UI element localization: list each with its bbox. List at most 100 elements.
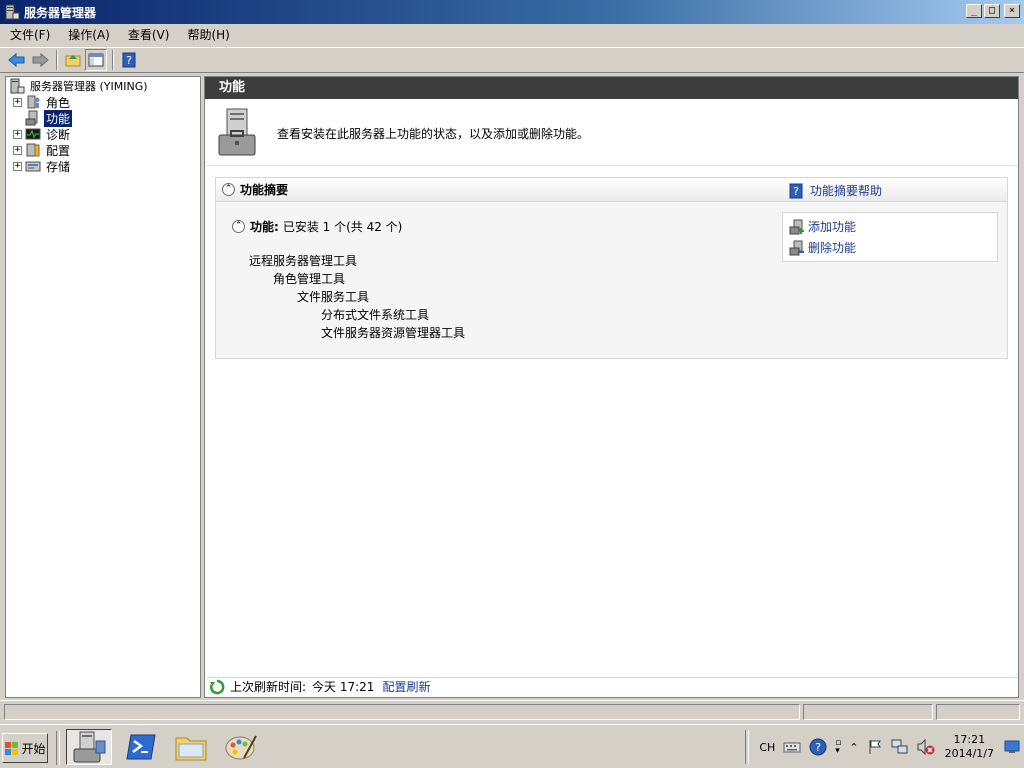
refresh-icon bbox=[209, 679, 225, 695]
collapse-features-icon[interactable]: ⌃ bbox=[232, 220, 245, 233]
network-icon[interactable] bbox=[891, 739, 909, 755]
summary-header: ⌃ 功能摘要 ? 功能摘要帮助 bbox=[216, 178, 1007, 202]
menu-view[interactable]: 查看(V) bbox=[120, 25, 178, 45]
features-label: 功能: bbox=[250, 220, 279, 234]
refresh-bar: 上次刷新时间: 今天 17:21 配置刷新 bbox=[207, 677, 1018, 695]
tree-item-features[interactable]: 功能 bbox=[25, 109, 73, 127]
installed-feature: 角色管理工具 bbox=[273, 272, 346, 286]
tree-item-label: 角色 bbox=[46, 95, 71, 110]
description-row: 查看安装在此服务器上功能的状态，以及添加或删除功能。 bbox=[217, 107, 589, 160]
content-pane: 功能 查看安装在此服务器上功能的状态，以及添加或删除功能。 ⌃ 功能摘要 ? 功… bbox=[204, 76, 1019, 698]
help-icon[interactable]: ? bbox=[809, 738, 827, 756]
window-title: 服务器管理器 bbox=[24, 5, 97, 20]
folder-up-icon bbox=[65, 55, 81, 67]
clock-date: 2014/1/7 bbox=[944, 747, 994, 760]
collapse-summary-icon[interactable]: ⌃ bbox=[222, 183, 235, 196]
up-level-button[interactable] bbox=[62, 49, 84, 71]
close-button[interactable]: × bbox=[1004, 4, 1020, 18]
tree-item-configuration[interactable]: + 配置 bbox=[13, 142, 72, 158]
menu-file[interactable]: 文件(F) bbox=[2, 25, 58, 45]
summary-help-link[interactable]: ? 功能摘要帮助 bbox=[789, 182, 882, 199]
help-icon: ? bbox=[122, 52, 136, 68]
back-arrow-icon bbox=[8, 52, 25, 68]
diagnostics-icon bbox=[25, 126, 41, 142]
add-features-icon bbox=[789, 219, 805, 235]
tree-root-label: 服务器管理器 (YIMING) bbox=[30, 80, 148, 93]
windows-logo-icon bbox=[4, 740, 20, 756]
features-status: 已安装 1 个(共 42 个) bbox=[282, 220, 403, 234]
toolbar-separator bbox=[56, 50, 58, 70]
keyboard-icon[interactable] bbox=[783, 740, 801, 754]
show-desktop-icon[interactable] bbox=[1004, 740, 1020, 754]
tree-item-label: 配置 bbox=[46, 143, 71, 158]
console-tree: 服务器管理器 (YIMING) + 角色 功能 + 诊断 + 配置 + 存储 bbox=[5, 76, 201, 698]
action-center-flag-icon[interactable] bbox=[867, 739, 883, 755]
remove-features-icon bbox=[789, 240, 805, 256]
remove-features-link[interactable]: 删除功能 bbox=[789, 239, 856, 256]
taskbar-server-manager[interactable] bbox=[66, 729, 112, 765]
toolbar: ? bbox=[0, 47, 1024, 73]
volume-muted-icon[interactable] bbox=[917, 739, 935, 755]
features-icon bbox=[25, 110, 41, 126]
maximize-button[interactable]: □ bbox=[984, 4, 1000, 18]
refresh-time: 今天 17:21 bbox=[312, 680, 375, 694]
folder-icon bbox=[175, 737, 207, 761]
server-manager-icon bbox=[9, 78, 25, 94]
tree-item-storage[interactable]: + 存储 bbox=[13, 158, 72, 174]
console-tree-icon bbox=[88, 53, 104, 67]
show-hide-tree-button[interactable] bbox=[85, 49, 107, 71]
language-indicator[interactable]: CH bbox=[759, 741, 775, 754]
installed-feature: 文件服务工具 bbox=[297, 290, 370, 304]
expand-icon[interactable]: + bbox=[13, 145, 22, 155]
toolbar-separator bbox=[112, 50, 114, 70]
svg-text:?: ? bbox=[126, 54, 132, 67]
input-options-icon[interactable]: ▫ ▾ bbox=[835, 739, 841, 756]
configure-refresh-link[interactable]: 配置刷新 bbox=[382, 678, 430, 695]
expand-icon[interactable]: + bbox=[13, 161, 22, 171]
status-cell bbox=[936, 704, 1020, 720]
menu-bar: 文件(F) 操作(A) 查看(V) 帮助(H) bbox=[0, 24, 1024, 46]
tree-root[interactable]: 服务器管理器 (YIMING) bbox=[9, 78, 150, 94]
minimize-button[interactable]: _ bbox=[966, 4, 982, 18]
taskbar: 开始 CH ? ▫ ▾ ⌃ 17:21 2014/1/7 bbox=[0, 724, 1024, 768]
expand-icon[interactable]: + bbox=[13, 129, 22, 139]
clock-time: 17:21 bbox=[953, 733, 986, 746]
taskbar-powershell[interactable] bbox=[118, 729, 164, 765]
expand-icon[interactable]: + bbox=[13, 97, 22, 107]
server-manager-icon bbox=[73, 731, 106, 763]
status-bar bbox=[0, 700, 1024, 722]
svg-text:?: ? bbox=[793, 185, 799, 198]
menu-action[interactable]: 操作(A) bbox=[60, 25, 118, 45]
tree-item-diagnostics[interactable]: + 诊断 bbox=[13, 126, 72, 142]
refresh-label: 上次刷新时间: bbox=[230, 680, 307, 694]
clock[interactable]: 17:21 2014/1/7 bbox=[945, 733, 994, 761]
description-text: 查看安装在此服务器上功能的状态，以及添加或删除功能。 bbox=[277, 127, 590, 141]
installed-feature: 远程服务器管理工具 bbox=[249, 254, 358, 268]
help-link-label: 功能摘要帮助 bbox=[810, 184, 883, 198]
installed-feature: 分布式文件系统工具 bbox=[321, 308, 430, 322]
forward-arrow-icon bbox=[32, 52, 49, 68]
divider bbox=[205, 165, 1018, 166]
status-cell bbox=[803, 704, 933, 720]
features-large-icon bbox=[217, 107, 265, 160]
back-button[interactable] bbox=[6, 49, 28, 71]
tree-item-roles[interactable]: + 角色 bbox=[13, 94, 72, 110]
paint-palette-icon bbox=[225, 735, 257, 760]
server-manager-icon bbox=[4, 4, 20, 20]
taskbar-separator bbox=[56, 731, 60, 765]
start-button[interactable]: 开始 bbox=[2, 733, 48, 763]
show-hidden-icons-icon[interactable]: ⌃ bbox=[849, 741, 858, 754]
add-features-label: 添加功能 bbox=[808, 220, 857, 234]
add-features-link[interactable]: 添加功能 bbox=[789, 218, 856, 235]
help-button[interactable]: ? bbox=[118, 49, 140, 71]
storage-icon bbox=[25, 158, 41, 174]
summary-title: 功能摘要 bbox=[240, 183, 289, 197]
remove-features-label: 删除功能 bbox=[808, 241, 857, 255]
tree-item-label: 功能 bbox=[44, 109, 73, 127]
taskbar-explorer[interactable] bbox=[168, 729, 214, 765]
features-summary-section: ⌃ 功能摘要 ? 功能摘要帮助 ⌃ 功能: 已安装 1 个(共 42 个) 远程… bbox=[215, 177, 1008, 359]
taskbar-paint[interactable] bbox=[218, 729, 264, 765]
menu-help[interactable]: 帮助(H) bbox=[179, 25, 237, 45]
forward-button[interactable] bbox=[29, 49, 51, 71]
status-cell bbox=[4, 704, 800, 720]
